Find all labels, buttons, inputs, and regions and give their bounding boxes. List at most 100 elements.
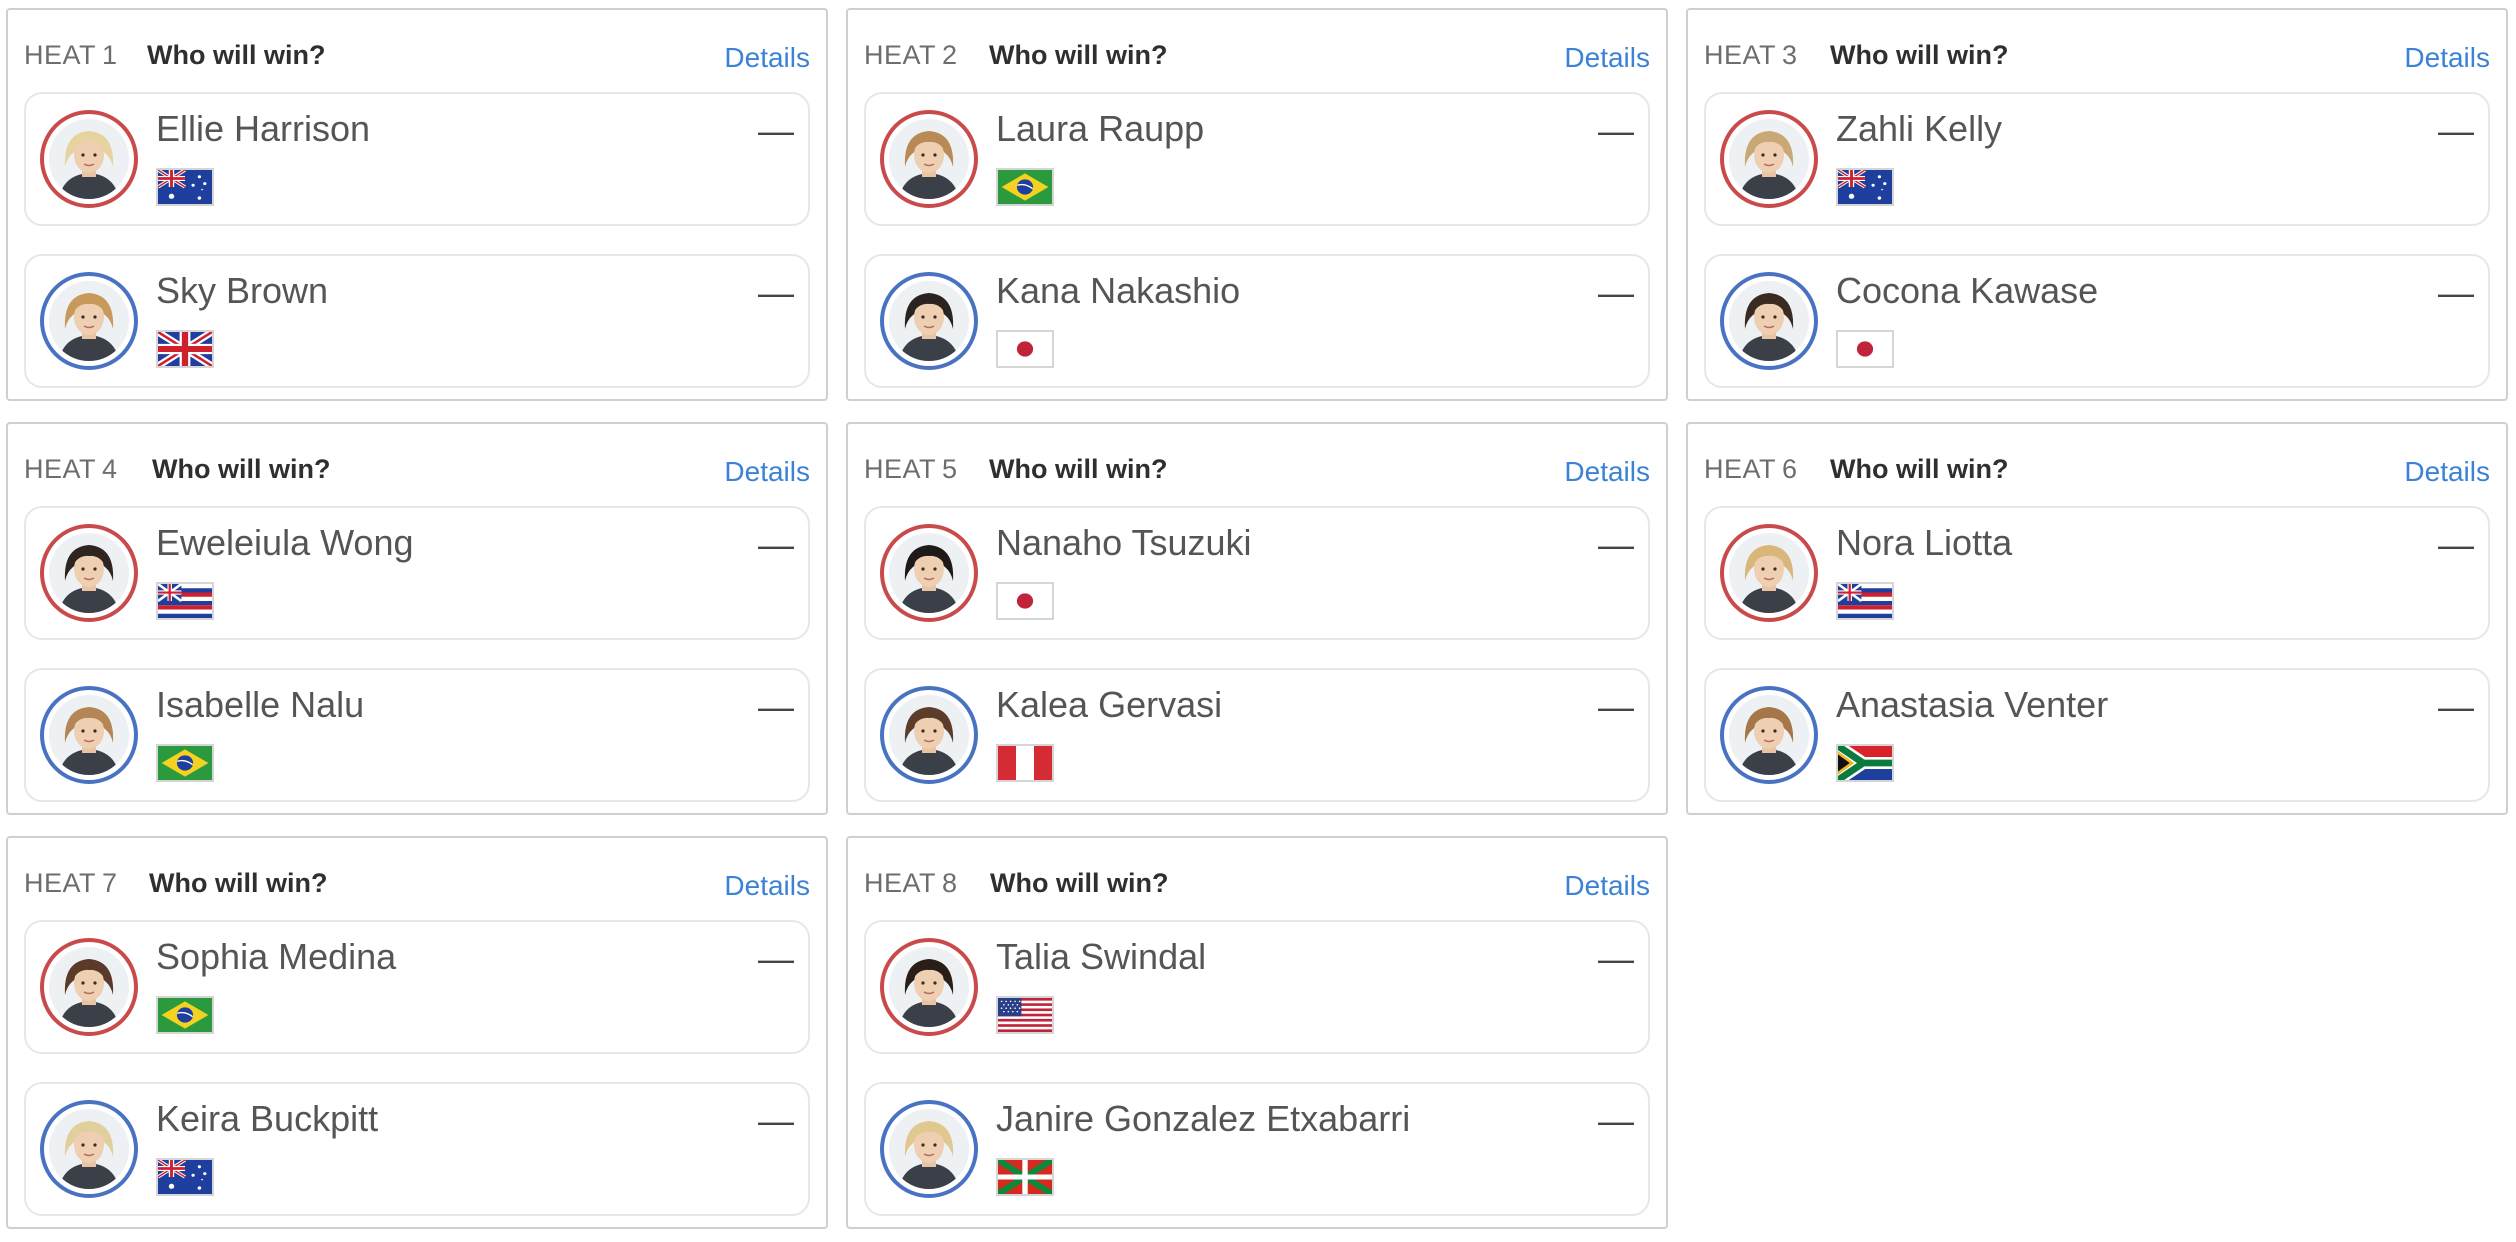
australia-flag-icon — [1836, 168, 1894, 206]
japan-flag-icon — [996, 330, 1054, 368]
brazil-flag-icon — [996, 168, 1054, 206]
athlete-avatar — [40, 1100, 138, 1198]
score-value: — — [2438, 686, 2474, 727]
competitor-option[interactable]: Nanaho Tsuzuki — — [864, 506, 1650, 640]
athlete-name: Ellie Harrison — [156, 108, 371, 149]
athlete-avatar — [1720, 110, 1818, 208]
athlete-avatar — [1720, 524, 1818, 622]
hawaii-flag-icon — [1836, 582, 1894, 620]
score-value: — — [1598, 1100, 1634, 1141]
score-value: — — [2438, 110, 2474, 151]
details-link[interactable]: Details — [1564, 870, 1650, 902]
athlete-avatar — [880, 1100, 978, 1198]
score-value: — — [758, 272, 794, 313]
athlete-avatar — [880, 938, 978, 1036]
score-value: — — [2438, 524, 2474, 565]
athlete-avatar — [40, 938, 138, 1036]
heat-card: HEAT 1 Who will win? Details Ellie Harris… — [6, 8, 828, 401]
athlete-avatar — [40, 686, 138, 784]
athlete-name: Kana Nakashio — [996, 270, 1241, 311]
athlete-avatar — [40, 524, 138, 622]
athlete-name: Kalea Gervasi — [996, 684, 1223, 725]
competitor-option[interactable]: Isabelle Nalu — — [24, 668, 810, 802]
athlete-name: Keira Buckpitt — [156, 1098, 379, 1139]
south-africa-flag-icon — [1836, 744, 1894, 782]
competitor-option[interactable]: Nora Liotta — — [1704, 506, 2490, 640]
details-link[interactable]: Details — [2404, 456, 2490, 488]
athlete-avatar — [880, 686, 978, 784]
athlete-name: Nanaho Tsuzuki — [996, 522, 1252, 563]
heat-number: HEAT 4 — [24, 454, 118, 484]
peru-flag-icon — [996, 744, 1054, 782]
brazil-flag-icon — [156, 996, 214, 1034]
heat-header: HEAT 8 Who will win? Details — [848, 838, 1666, 918]
competitor-option[interactable]: Cocona Kawase — — [1704, 254, 2490, 388]
heat-number: HEAT 5 — [864, 454, 958, 484]
score-value: — — [758, 524, 794, 565]
united-states-flag-icon — [996, 996, 1054, 1034]
athlete-avatar — [1720, 272, 1818, 370]
score-value: — — [1598, 110, 1634, 151]
score-value: — — [1598, 272, 1634, 313]
score-value: — — [1598, 686, 1634, 727]
athlete-avatar — [880, 110, 978, 208]
competitor-option[interactable]: Laura Raupp — — [864, 92, 1650, 226]
heat-header: HEAT 3 Who will win? Details — [1688, 10, 2506, 90]
details-link[interactable]: Details — [2404, 42, 2490, 74]
heat-card: HEAT 5 Who will win? Details Nanaho Tsuzu… — [846, 422, 1668, 815]
athlete-avatar — [880, 524, 978, 622]
competitor-option[interactable]: Anastasia Venter — — [1704, 668, 2490, 802]
heat-header: HEAT 4 Who will win? Details — [8, 424, 826, 504]
details-link[interactable]: Details — [724, 42, 810, 74]
australia-flag-icon — [156, 1158, 214, 1196]
athlete-name: Sky Brown — [156, 270, 329, 311]
competitor-option[interactable]: Eweleiula Wong — — [24, 506, 810, 640]
heat-question: Who will win? — [149, 868, 328, 898]
competitor-option[interactable]: Ellie Harrison — — [24, 92, 810, 226]
heat-question: Who will win? — [1830, 40, 2009, 70]
details-link[interactable]: Details — [724, 870, 810, 902]
heats-grid: HEAT 1 Who will win? Details Ellie Harris… — [0, 0, 2516, 1242]
athlete-name: Anastasia Venter — [1836, 684, 2109, 725]
heat-header: HEAT 7 Who will win? Details — [8, 838, 826, 918]
heat-card: HEAT 2 Who will win? Details Laura Raupp … — [846, 8, 1668, 401]
heat-question: Who will win? — [989, 454, 1168, 484]
heat-question: Who will win? — [152, 454, 331, 484]
competitor-option[interactable]: Sky Brown — — [24, 254, 810, 388]
details-link[interactable]: Details — [1564, 42, 1650, 74]
score-value: — — [758, 110, 794, 151]
competitor-option[interactable]: Sophia Medina — — [24, 920, 810, 1054]
heat-number: HEAT 2 — [864, 40, 958, 70]
competitor-option[interactable]: Keira Buckpitt — — [24, 1082, 810, 1216]
heat-header: HEAT 5 Who will win? Details — [848, 424, 1666, 504]
competitor-option[interactable]: Zahli Kelly — — [1704, 92, 2490, 226]
heat-card: HEAT 3 Who will win? Details Zahli Kelly … — [1686, 8, 2508, 401]
heat-header: HEAT 6 Who will win? Details — [1688, 424, 2506, 504]
athlete-name: Eweleiula Wong — [156, 522, 414, 563]
heat-header: HEAT 1 Who will win? Details — [8, 10, 826, 90]
competitor-option[interactable]: Talia Swindal — — [864, 920, 1650, 1054]
heat-number: HEAT 3 — [1704, 40, 1798, 70]
japan-flag-icon — [996, 582, 1054, 620]
competitor-option[interactable]: Kana Nakashio — — [864, 254, 1650, 388]
australia-flag-icon — [156, 168, 214, 206]
score-value: — — [2438, 272, 2474, 313]
athlete-avatar — [40, 110, 138, 208]
competitor-option[interactable]: Janire Gonzalez Etxabarri — — [864, 1082, 1650, 1216]
athlete-name: Cocona Kawase — [1836, 270, 2099, 311]
athlete-name: Sophia Medina — [156, 936, 397, 977]
heat-number: HEAT 6 — [1704, 454, 1798, 484]
athlete-name: Talia Swindal — [996, 936, 1207, 977]
competitor-option[interactable]: Kalea Gervasi — — [864, 668, 1650, 802]
athlete-avatar — [40, 272, 138, 370]
athlete-name: Zahli Kelly — [1836, 108, 2003, 149]
details-link[interactable]: Details — [724, 456, 810, 488]
athlete-name: Nora Liotta — [1836, 522, 2013, 563]
brazil-flag-icon — [156, 744, 214, 782]
athlete-avatar — [880, 272, 978, 370]
score-value: — — [758, 938, 794, 979]
details-link[interactable]: Details — [1564, 456, 1650, 488]
basque-country-flag-icon — [996, 1158, 1054, 1196]
united-kingdom-flag-icon — [156, 330, 214, 368]
athlete-name: Janire Gonzalez Etxabarri — [996, 1098, 1411, 1139]
